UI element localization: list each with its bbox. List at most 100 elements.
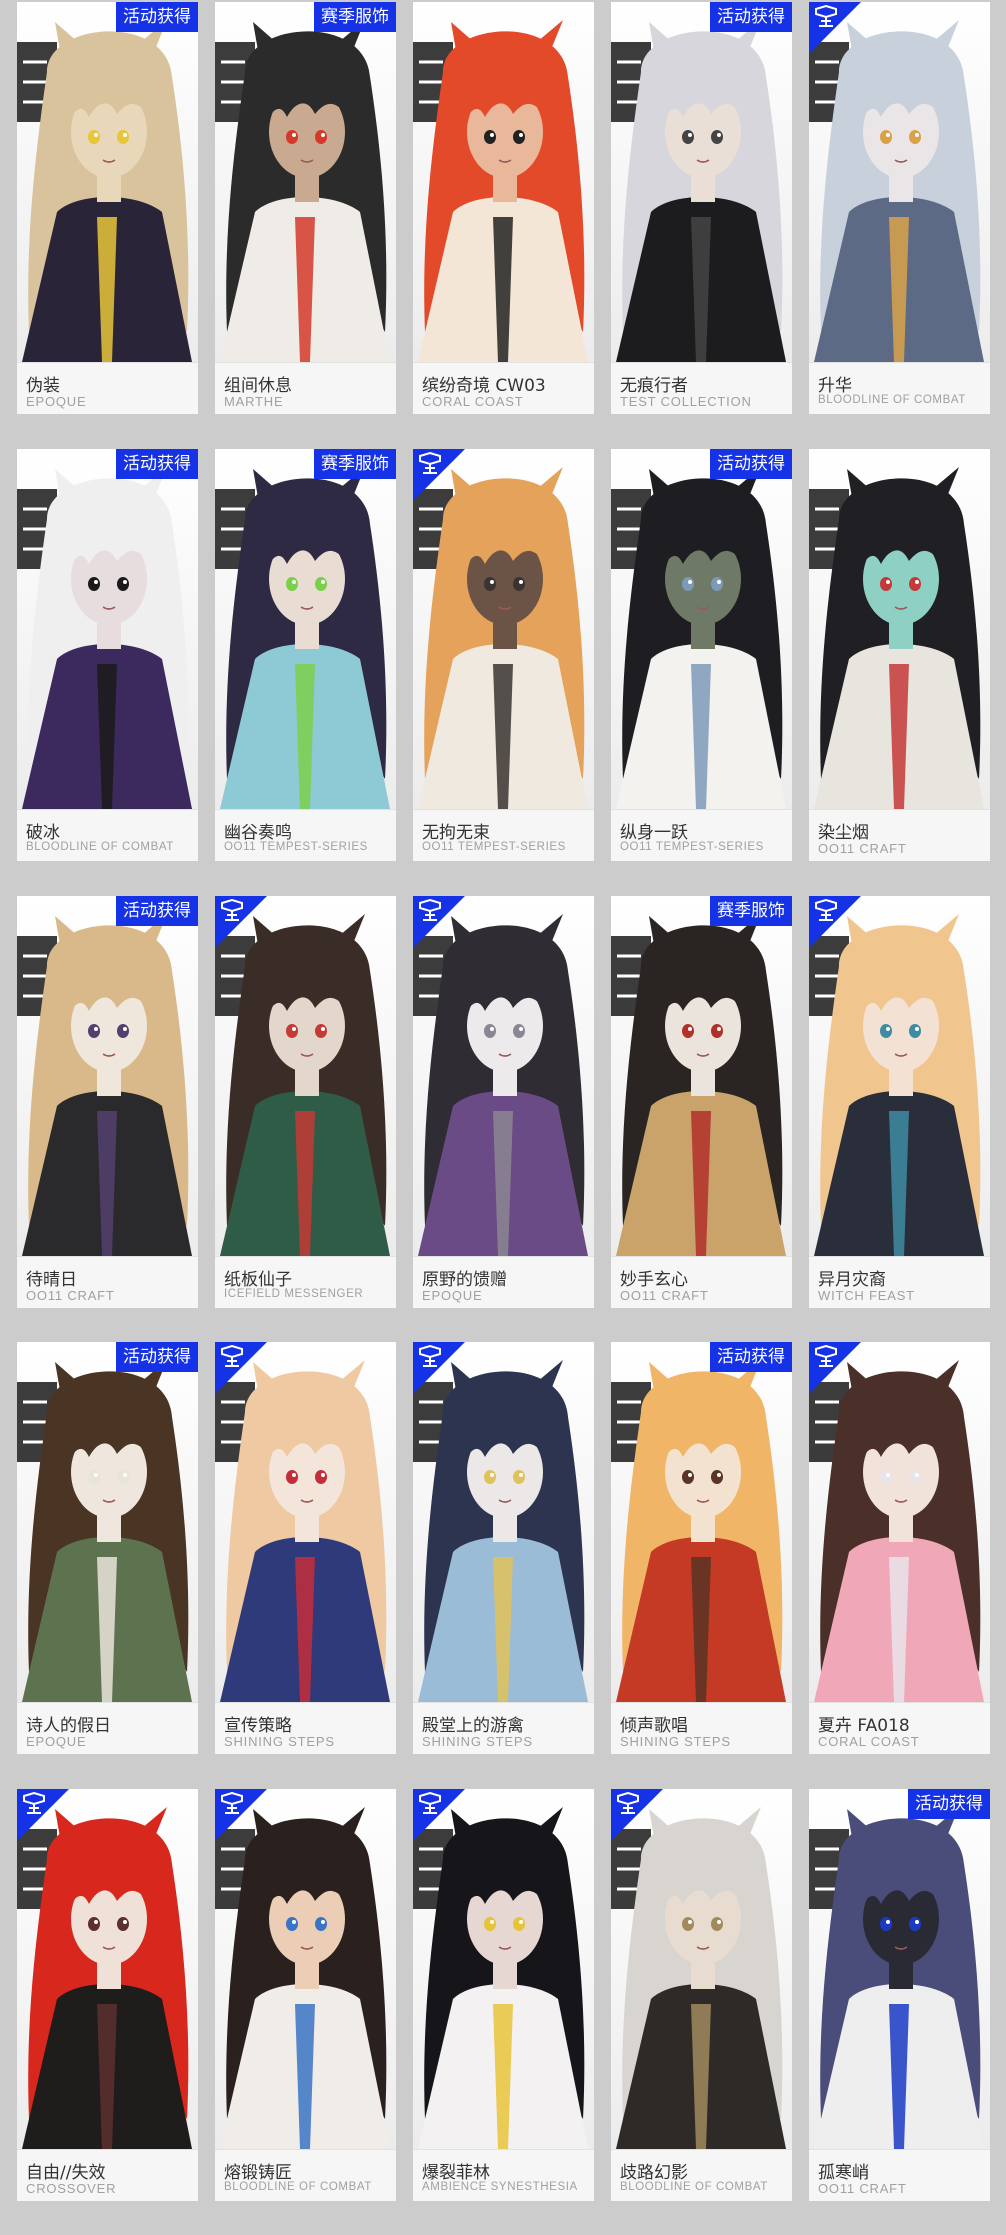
skin-portrait-image	[809, 1342, 990, 1702]
skin-name: 纵身一跃	[620, 823, 688, 843]
skin-series: BLOODLINE OF COMBAT	[26, 841, 174, 853]
skin-card[interactable]: 赛季服饰组间休息 MARTHE	[215, 2, 396, 414]
skin-portrait-image	[611, 1789, 792, 2149]
skin-caption: 倾声歌唱 SHINING STEPS	[611, 1702, 792, 1754]
skin-series: BLOODLINE OF COMBAT	[224, 2181, 372, 2193]
skin-series: CORAL COAST	[422, 394, 524, 409]
skin-card[interactable]: 赛季服饰 幽谷奏鸣 OO11 TEMPEST-SERIES	[215, 449, 396, 861]
skin-series: OO11 CRAFT	[818, 2181, 907, 2196]
skin-card[interactable]: 活动获得 无痕行者 TEST COLLECTION	[611, 2, 792, 414]
skin-card[interactable]: 活动获得 倾声歌唱 SHINING STEPS	[611, 1342, 792, 1754]
skin-series: BLOODLINE OF COMBAT	[818, 394, 966, 406]
skin-name: 染尘烟	[818, 823, 869, 843]
skin-name: 伪装	[26, 376, 60, 396]
skin-card[interactable]: 活动获得 待晴日 OO11 CRAFT	[17, 896, 198, 1308]
skin-logo-icon	[219, 898, 245, 923]
skin-name: 异月灾裔	[818, 1270, 886, 1290]
skin-caption: 无拘无束 OO11 TEMPEST-SERIES	[413, 809, 594, 861]
skin-card[interactable]: 活动获得 孤寒峭 OO11 CRAFT	[809, 1789, 990, 2201]
skin-card[interactable]: 升华 BLOODLINE OF COMBAT	[809, 2, 990, 414]
skin-card[interactable]: 活动获得诗人的假日 EPOQUE	[17, 1342, 198, 1754]
skin-name: 无拘无束	[422, 823, 490, 843]
skin-series: OO11 CRAFT	[26, 1288, 115, 1303]
skin-card[interactable]: 活动获得破冰 BLOODLINE OF COMBAT	[17, 449, 198, 861]
skin-name: 原野的馈赠	[422, 1270, 507, 1290]
skin-portrait-image	[17, 1789, 198, 2149]
skin-name: 歧路幻影	[620, 2163, 688, 2183]
skin-card[interactable]: 纸板仙子 ICEFIELD MESSENGER	[215, 896, 396, 1308]
skin-card[interactable]: 无拘无束 OO11 TEMPEST-SERIES	[413, 449, 594, 861]
skin-name: 诗人的假日	[26, 1716, 111, 1736]
skin-logo-icon	[813, 898, 839, 923]
skin-name: 夏卉 FA018	[818, 1716, 910, 1736]
skin-series: MARTHE	[224, 394, 284, 409]
skin-name: 缤纷奇境 CW03	[422, 376, 546, 396]
acquisition-badge: 活动获得	[710, 2, 792, 32]
skin-name: 自由//失效	[26, 2163, 106, 2183]
skin-grid: 活动获得 伪装 EPOQUE 赛季服饰 组间休息 MARTHE 缤纷奇境 CW03 CORAL…	[0, 0, 1006, 2235]
skin-portrait-image	[413, 1789, 594, 2149]
skin-name: 组间休息	[224, 376, 292, 396]
acquisition-badge: 活动获得	[710, 449, 792, 479]
skin-series: OO11 TEMPEST-SERIES	[620, 841, 764, 853]
skin-logo-icon	[219, 1344, 245, 1369]
skin-name: 宣传策略	[224, 1716, 292, 1736]
skin-logo-icon	[21, 1791, 47, 1816]
acquisition-badge: 活动获得	[116, 449, 198, 479]
skin-caption: 伪装 EPOQUE	[17, 362, 198, 414]
skin-caption: 纵身一跃 OO11 TEMPEST-SERIES	[611, 809, 792, 861]
skin-logo-icon	[813, 1344, 839, 1369]
skin-card[interactable]: 歧路幻影 BLOODLINE OF COMBAT	[611, 1789, 792, 2201]
skin-portrait-image	[17, 896, 198, 1256]
skin-name: 熔锻铸匠	[224, 2163, 292, 2183]
skin-caption: 升华 BLOODLINE OF COMBAT	[809, 362, 990, 414]
skin-series: AMBIENCE SYNESTHESIA	[422, 2181, 578, 2193]
skin-portrait-image	[413, 2, 594, 362]
skin-logo-icon	[417, 451, 443, 476]
skin-card[interactable]: 活动获得 伪装 EPOQUE	[17, 2, 198, 414]
acquisition-badge: 赛季服饰	[314, 2, 396, 32]
skin-portrait-image	[215, 449, 396, 809]
skin-name: 升华	[818, 376, 852, 396]
skin-card[interactable]: 异月灾裔 WITCH FEAST	[809, 896, 990, 1308]
skin-name: 破冰	[26, 823, 60, 843]
skin-card[interactable]: 熔锻铸匠 BLOODLINE OF COMBAT	[215, 1789, 396, 2201]
skin-caption: 组间休息 MARTHE	[215, 362, 396, 414]
skin-series: OO11 TEMPEST-SERIES	[422, 841, 566, 853]
skin-caption: 待晴日 OO11 CRAFT	[17, 1256, 198, 1308]
skin-logo-icon	[219, 1791, 245, 1816]
acquisition-badge: 活动获得	[116, 1342, 198, 1372]
skin-card[interactable]: 殿堂上的游禽 SHINING STEPS	[413, 1342, 594, 1754]
skin-card[interactable]: 爆裂菲林 AMBIENCE SYNESTHESIA	[413, 1789, 594, 2201]
skin-caption: 纸板仙子 ICEFIELD MESSENGER	[215, 1256, 396, 1308]
skin-caption: 熔锻铸匠 BLOODLINE OF COMBAT	[215, 2149, 396, 2201]
skin-card[interactable]: 宣传策略 SHINING STEPS	[215, 1342, 396, 1754]
skin-card[interactable]: 缤纷奇境 CW03 CORAL COAST	[413, 2, 594, 414]
skin-caption: 破冰 BLOODLINE OF COMBAT	[17, 809, 198, 861]
skin-card[interactable]: 染尘烟 OO11 CRAFT	[809, 449, 990, 861]
skin-series: OO11 CRAFT	[818, 841, 907, 856]
skin-logo-icon	[615, 1791, 641, 1816]
skin-caption: 歧路幻影 BLOODLINE OF COMBAT	[611, 2149, 792, 2201]
skin-caption: 孤寒峭 OO11 CRAFT	[809, 2149, 990, 2201]
skin-name: 倾声歌唱	[620, 1716, 688, 1736]
skin-caption: 妙手玄心 OO11 CRAFT	[611, 1256, 792, 1308]
skin-series: SHINING STEPS	[620, 1734, 731, 1749]
skin-card[interactable]: 原野的馈赠 EPOQUE	[413, 896, 594, 1308]
skin-portrait-image	[17, 449, 198, 809]
skin-card[interactable]: 赛季服饰 妙手玄心 OO11 CRAFT	[611, 896, 792, 1308]
skin-card[interactable]: 自由//失效 CROSSOVER	[17, 1789, 198, 2201]
skin-portrait-image	[215, 2, 396, 362]
skin-card[interactable]: 活动获得纵身一跃 OO11 TEMPEST-SERIES	[611, 449, 792, 861]
skin-name: 孤寒峭	[818, 2163, 869, 2183]
skin-card[interactable]: 夏卉 FA018 CORAL COAST	[809, 1342, 990, 1754]
skin-name: 纸板仙子	[224, 1270, 292, 1290]
skin-series: TEST COLLECTION	[620, 394, 752, 409]
skin-series: BLOODLINE OF COMBAT	[620, 2181, 768, 2193]
skin-portrait-image	[809, 896, 990, 1256]
skin-caption: 宣传策略 SHINING STEPS	[215, 1702, 396, 1754]
skin-series: EPOQUE	[26, 1734, 87, 1749]
skin-logo-icon	[417, 1791, 443, 1816]
skin-portrait-image	[611, 896, 792, 1256]
skin-series: ICEFIELD MESSENGER	[224, 1288, 364, 1300]
